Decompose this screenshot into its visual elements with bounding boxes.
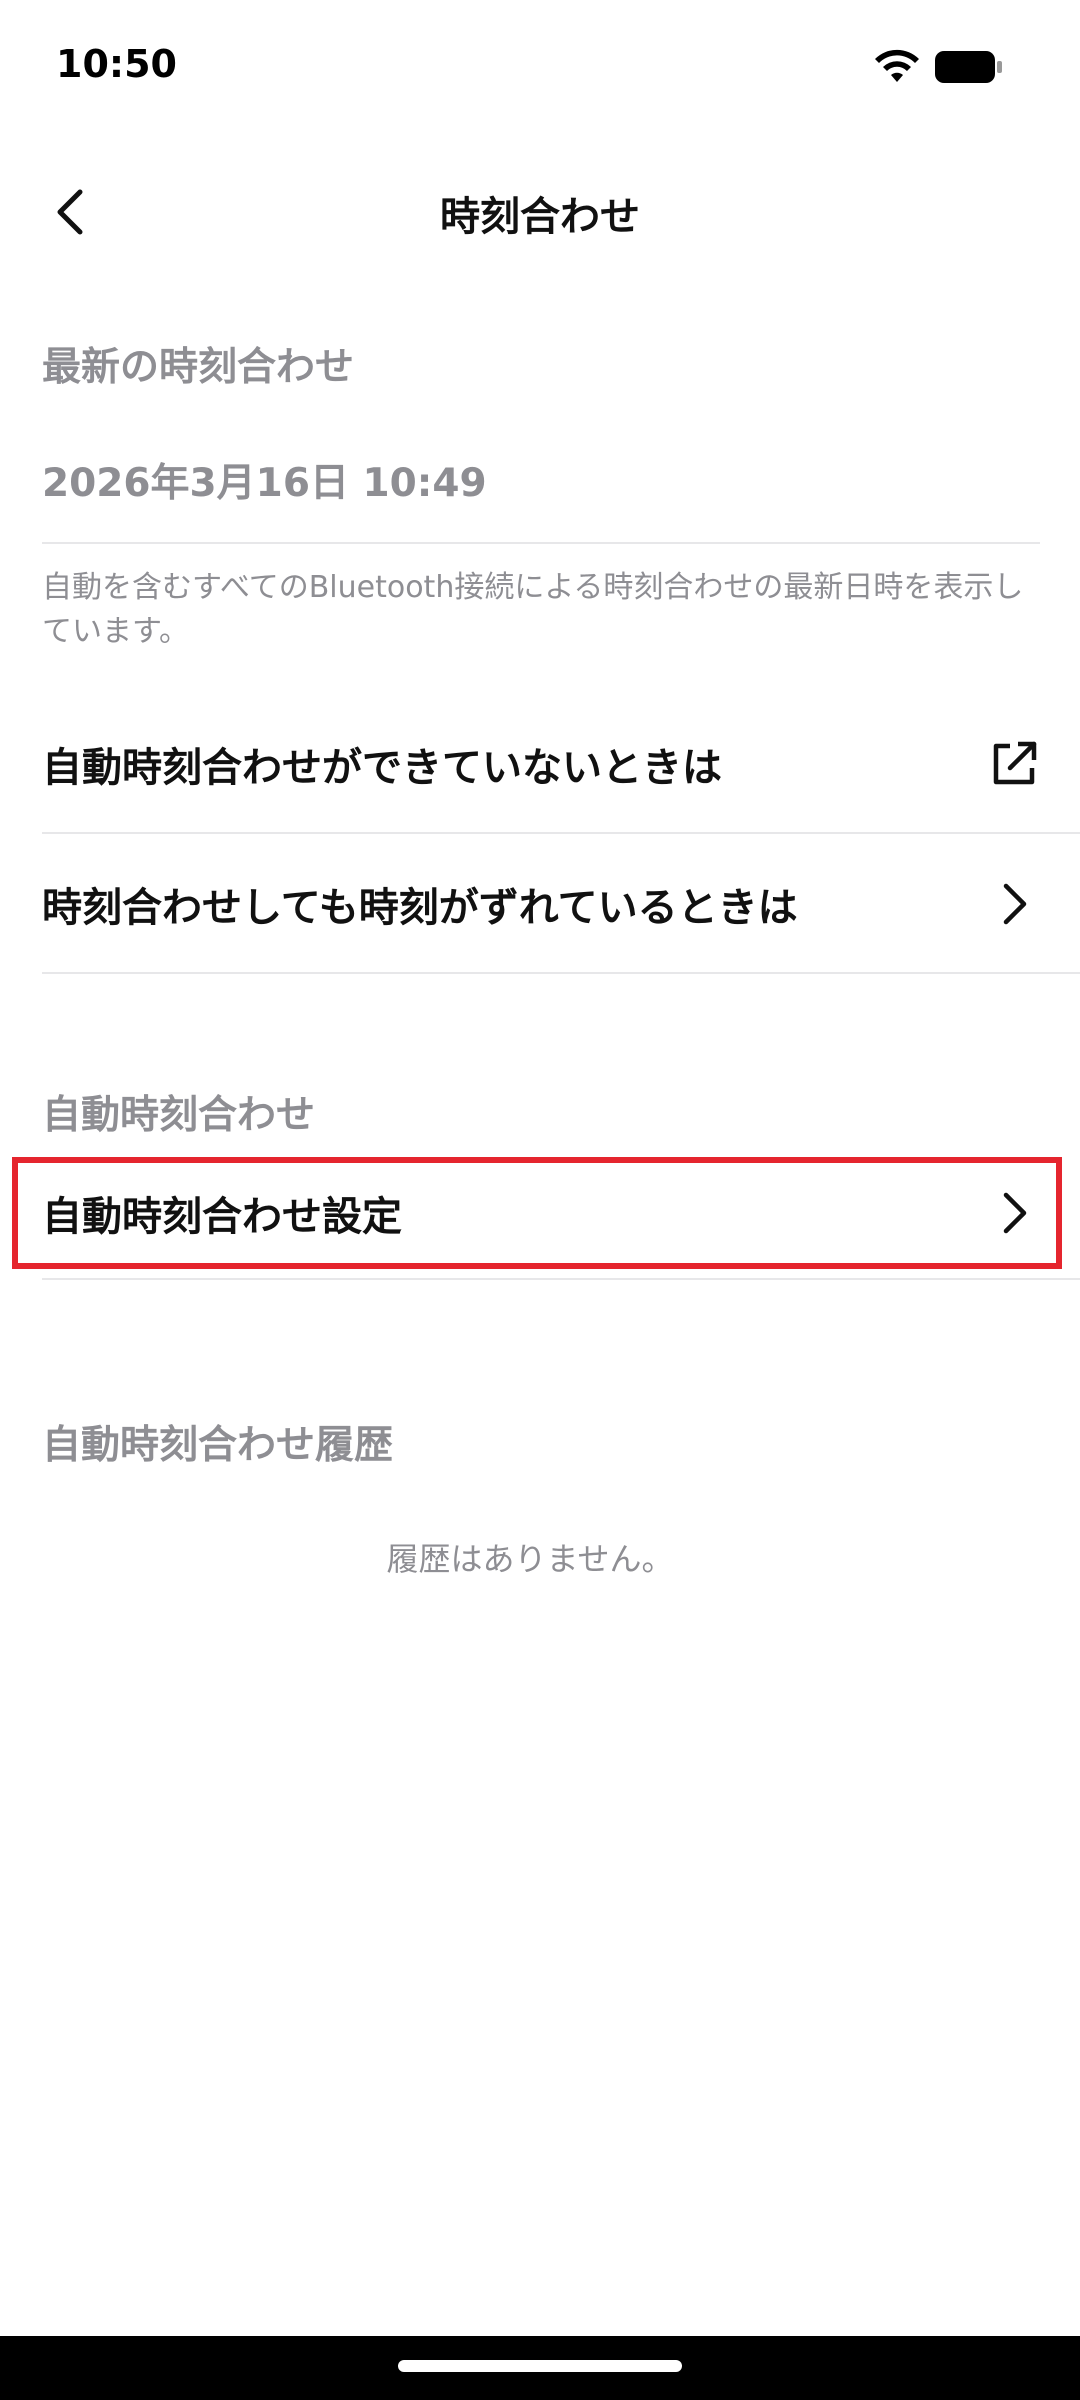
divider (42, 1278, 1080, 1280)
latest-sync-label: 最新の時刻合わせ (42, 345, 355, 390)
help-link-label: 自動時刻合わせができていないときは (42, 745, 722, 791)
latest-sync-value: 2026年3月16日 10:49 (42, 461, 487, 506)
divider (42, 972, 1080, 974)
wifi-icon (875, 49, 919, 82)
history-section-label: 自動時刻合わせ履歴 (42, 1423, 394, 1468)
highlight-box (12, 1157, 1062, 1269)
divider (42, 832, 1080, 834)
history-empty-text: 履歴はありません。 (386, 1540, 674, 1578)
help-link-not-syncing[interactable]: 自動時刻合わせができていないときは (42, 704, 1042, 824)
status-time: 10:50 (56, 42, 177, 86)
battery-icon (935, 51, 1002, 83)
external-link-icon (986, 736, 1042, 792)
status-bar: 10:50 (0, 0, 1080, 130)
page-title: 時刻合わせ (440, 194, 640, 240)
home-indicator[interactable] (398, 2360, 682, 2372)
latest-sync-description: 自動を含むすべてのBluetooth接続による時刻合わせの最新日時を表示していま… (42, 570, 1024, 649)
divider (42, 542, 1040, 544)
auto-sync-section-label: 自動時刻合わせ (42, 1093, 316, 1138)
chevron-right-icon (986, 876, 1042, 932)
help-link-label: 時刻合わせしても時刻がずれているときは (42, 885, 798, 931)
help-link-time-drift[interactable]: 時刻合わせしても時刻がずれているときは (42, 844, 1042, 964)
